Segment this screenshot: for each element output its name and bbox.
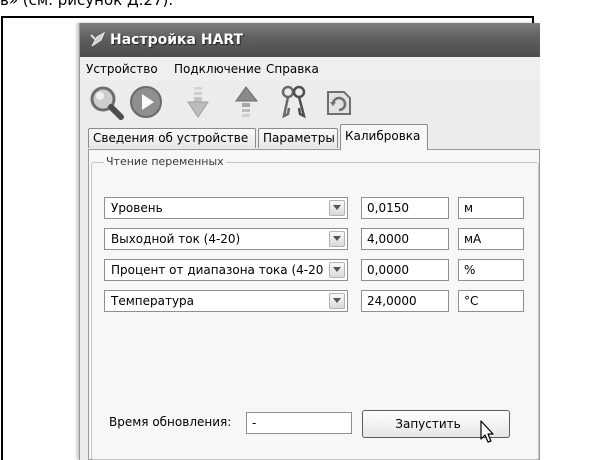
chevron-down-icon[interactable]	[329, 262, 345, 278]
app-window: Настройка HART Устройство Подключение Сп…	[79, 23, 540, 460]
group-title: Чтение переменных	[104, 155, 226, 168]
menu-bar: Устройство Подключение Справка	[80, 57, 540, 81]
variable-value: 0,0150	[361, 197, 449, 219]
variables-groupbox: Чтение переменных Уровень 0,0150 м Выход…	[91, 155, 539, 460]
variable-select[interactable]: Выходной ток (4-20)	[104, 228, 348, 250]
variable-select[interactable]: Температура	[104, 290, 348, 312]
refresh-label: Время обновления:	[109, 415, 232, 429]
chevron-down-icon[interactable]	[329, 200, 345, 216]
variable-unit: %	[458, 259, 524, 281]
keys-icon[interactable]	[276, 84, 312, 120]
mouse-cursor-icon	[480, 420, 494, 443]
refresh-icon[interactable]	[320, 84, 356, 120]
tab-panel: Чтение переменных Уровень 0,0150 м Выход…	[88, 149, 540, 460]
download-arrow-icon[interactable]	[180, 84, 216, 120]
window-title: Настройка HART	[110, 32, 244, 48]
tab-strip: Сведения об устройстве Параметры Калибро…	[80, 124, 540, 150]
tab-calibration[interactable]: Калибровка	[340, 124, 428, 150]
variable-unit: °С	[458, 290, 524, 312]
chevron-down-icon[interactable]	[329, 231, 345, 247]
variable-unit: м	[458, 197, 524, 219]
document-caption: в» (см. рисунок Д.27).	[0, 0, 174, 9]
variable-row: Уровень 0,0150 м	[104, 197, 524, 219]
upload-arrow-icon[interactable]	[228, 84, 264, 120]
chevron-down-icon[interactable]	[329, 293, 345, 309]
variable-row: Процент от диапазона тока (4-20 0,0000 %	[104, 259, 524, 281]
variable-row: Выходной ток (4-20) 4,0000 мА	[104, 228, 524, 250]
search-icon[interactable]	[88, 84, 124, 120]
tab-parameters[interactable]: Параметры	[258, 128, 338, 148]
variable-select[interactable]: Уровень	[104, 197, 348, 219]
variable-unit: мА	[458, 228, 524, 250]
variable-value: 0,0000	[361, 259, 449, 281]
variable-select[interactable]: Процент от диапазона тока (4-20	[104, 259, 348, 281]
app-icon	[90, 31, 106, 47]
toolbar	[80, 81, 540, 123]
variable-value: 4,0000	[361, 228, 449, 250]
title-bar[interactable]: Настройка HART	[80, 23, 540, 57]
menu-help[interactable]: Справка	[266, 62, 319, 76]
refresh-input[interactable]: -	[246, 412, 352, 434]
play-icon[interactable]	[128, 84, 164, 120]
variable-row: Температура 24,0000 °С	[104, 290, 524, 312]
menu-device[interactable]: Устройство	[86, 62, 158, 76]
tab-device-info[interactable]: Сведения об устройстве	[88, 128, 256, 148]
variable-value: 24,0000	[361, 290, 449, 312]
menu-connection[interactable]: Подключение	[174, 62, 261, 76]
